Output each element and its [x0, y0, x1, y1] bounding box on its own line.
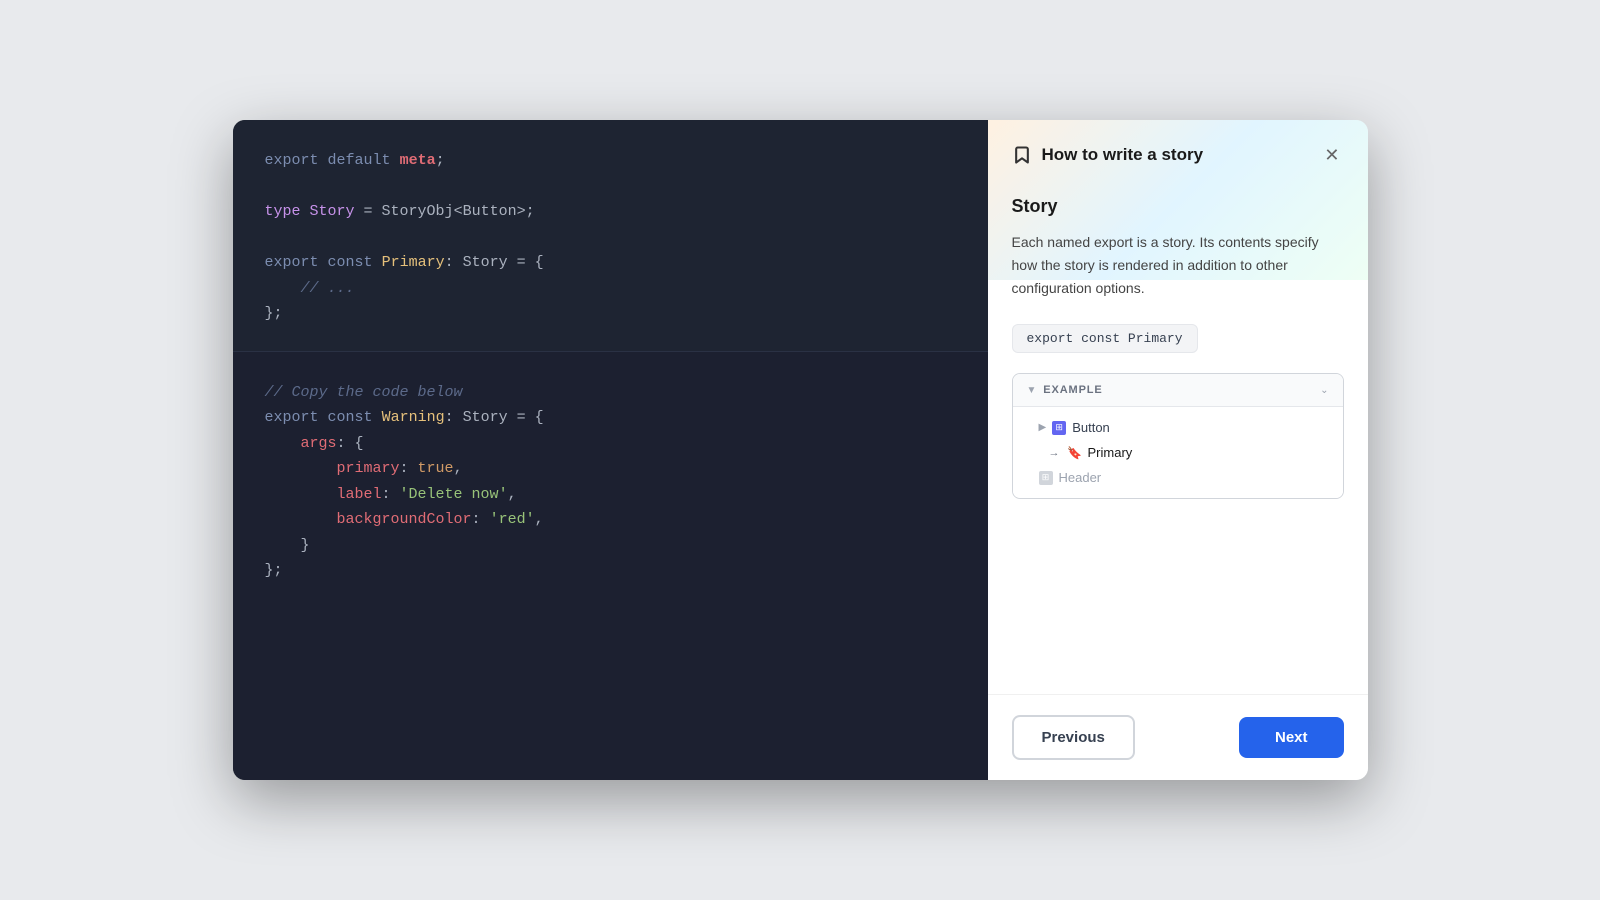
tree-arrow-icon: → — [1049, 447, 1060, 459]
tree-item-primary[interactable]: → 🔖 Primary — [1013, 440, 1343, 465]
story-description: Each named export is a story. Its conten… — [1012, 231, 1344, 300]
code-tag: export const Primary — [1012, 324, 1198, 353]
tree-header-left: ▼ EXAMPLE — [1027, 384, 1103, 396]
info-footer: Previous Next — [988, 694, 1368, 780]
tree-item-label-button: Button — [1072, 420, 1110, 435]
info-header: How to write a story ✕ — [988, 120, 1368, 188]
modal-title: How to write a story — [1042, 145, 1204, 165]
component-icon: ⊞ — [1052, 421, 1066, 435]
code-block-top: export default meta; type Story = StoryO… — [265, 148, 956, 327]
info-content: Story Each named export is a story. Its … — [988, 188, 1368, 694]
previous-button[interactable]: Previous — [1012, 715, 1135, 760]
modal: export default meta; type Story = StoryO… — [233, 120, 1368, 780]
tree-item-label-primary: Primary — [1088, 445, 1133, 460]
info-header-left: How to write a story — [1012, 145, 1204, 165]
code-block-bottom: // Copy the code below export const Warn… — [265, 380, 956, 584]
close-button[interactable]: ✕ — [1320, 142, 1343, 168]
tree-container: ▼ EXAMPLE ⌄ ▶ ⊞ Button → 🔖 — [1012, 373, 1344, 499]
code-panel: export default meta; type Story = StoryO… — [233, 120, 988, 780]
component-icon-header: ⊞ — [1039, 471, 1053, 485]
tree-chevron-icon: ▼ — [1027, 385, 1038, 396]
info-panel: How to write a story ✕ Story Each named … — [988, 120, 1368, 780]
code-section-bottom: // Copy the code below export const Warn… — [233, 352, 988, 781]
tree-body: ▶ ⊞ Button → 🔖 Primary ⊞ Header — [1013, 407, 1343, 498]
code-section-top: export default meta; type Story = StoryO… — [233, 120, 988, 352]
bookmark-icon — [1012, 145, 1032, 165]
next-button[interactable]: Next — [1239, 717, 1344, 758]
tree-item-chevron: ▶ — [1039, 422, 1047, 433]
tree-item-header[interactable]: ⊞ Header — [1013, 465, 1343, 490]
tree-header-label: EXAMPLE — [1043, 384, 1102, 396]
story-heading: Story — [1012, 196, 1344, 217]
tree-item-button[interactable]: ▶ ⊞ Button — [1013, 415, 1343, 440]
tree-header: ▼ EXAMPLE ⌄ — [1013, 374, 1343, 407]
tree-item-label-header: Header — [1059, 470, 1102, 485]
story-icon: 🔖 — [1068, 446, 1082, 460]
tree-expand-icon: ⌄ — [1320, 385, 1328, 396]
